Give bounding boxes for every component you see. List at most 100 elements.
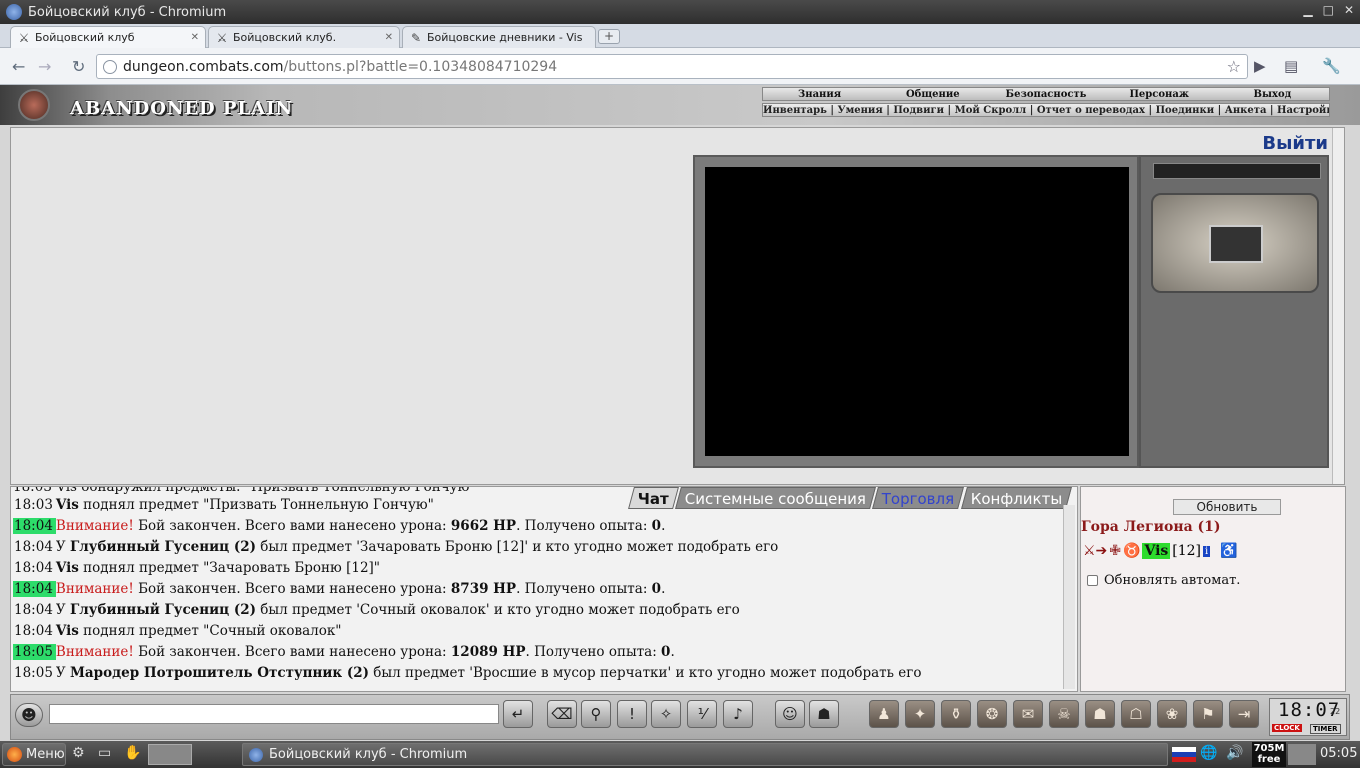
attack-icon[interactable]: ⚔➔	[1083, 543, 1107, 559]
new-tab-button[interactable]: +	[598, 29, 620, 44]
drive-icon[interactable]: ▭	[98, 745, 111, 761]
sound-icon[interactable]: ♪	[723, 700, 753, 728]
refresh-button[interactable]: Обновить	[1173, 499, 1281, 515]
flag-icon[interactable]: ⚑	[1193, 700, 1223, 728]
mask-icon[interactable]: ☗	[1085, 700, 1115, 728]
play-icon[interactable]: ▶	[1254, 57, 1266, 75]
reload-icon[interactable]: ↻	[72, 57, 85, 76]
address-bar[interactable]: dungeon.combats.com/buttons.pl?battle=0.…	[96, 54, 1248, 79]
main-scrollbar[interactable]	[1332, 128, 1344, 484]
menu-communication[interactable]: Общение	[876, 88, 989, 100]
start-menu-button[interactable]: Меню	[2, 743, 66, 766]
smiley-icon[interactable]: ☺	[775, 700, 805, 728]
sub-menu[interactable]: Инвентарь | Умения | Подвиги | Мой Скрол…	[762, 103, 1330, 117]
keyboard-layout-flag-icon[interactable]	[1172, 747, 1196, 762]
skull-icon[interactable]: ☠	[1049, 700, 1079, 728]
chat-line: 18:04 Vis поднял предмет "Сочный оковалок…	[13, 621, 1053, 642]
gold-icon[interactable]: ❂	[977, 700, 1007, 728]
tab-chat[interactable]: Чат	[628, 487, 679, 509]
minimize-icon[interactable]: ▁	[1303, 3, 1312, 17]
chat-damage: 8739 HP	[450, 581, 517, 597]
magic-wand-icon[interactable]: ✦	[905, 700, 935, 728]
tab-close-icon[interactable]: ✕	[191, 32, 199, 43]
chat-time[interactable]: 18:04	[13, 602, 56, 618]
network-globe-icon[interactable]: 🌐	[1200, 745, 1217, 761]
back-icon[interactable]: ←	[12, 57, 25, 76]
chat-time[interactable]: 18:04	[13, 623, 56, 639]
menu-security[interactable]: Безопасность	[989, 88, 1102, 100]
chat-time[interactable]: 18:05	[13, 665, 56, 681]
chat-actor[interactable]: Vis	[56, 497, 79, 513]
forward-icon[interactable]: →	[38, 57, 51, 76]
taskbar-window-button[interactable]: Бойцовский клуб - Chromium	[242, 743, 1168, 766]
menu-exit[interactable]: Выход	[1216, 88, 1329, 100]
exit-door-icon[interactable]: ⇥	[1229, 700, 1259, 728]
scroll-icon[interactable]: ✉	[1013, 700, 1043, 728]
party-icon[interactable]: ❀	[1157, 700, 1187, 728]
player-nick[interactable]: Vis	[1142, 543, 1171, 559]
chat-time[interactable]: 18:04	[13, 539, 56, 555]
chat-scrollbar[interactable]	[1063, 505, 1075, 689]
menu-character[interactable]: Персонаж	[1103, 88, 1216, 100]
add-person-icon[interactable]: ♿	[1220, 543, 1237, 559]
chat-time[interactable]: 18:04	[13, 560, 56, 576]
tray-slot	[1288, 744, 1316, 765]
info-badge-icon[interactable]: i	[1203, 545, 1211, 557]
hood-icon[interactable]: ♟	[869, 700, 899, 728]
translit-icon[interactable]: ⅟	[687, 700, 717, 728]
chat-actor[interactable]: Глубинный Гусениц (2)	[70, 602, 256, 618]
compass-control[interactable]	[1151, 193, 1319, 293]
chat-text: был предмет 'Сочный оковалок' и кто угод…	[260, 602, 740, 618]
workspace-switcher[interactable]	[148, 744, 192, 765]
compass-center[interactable]	[1209, 225, 1263, 263]
chat-actor[interactable]: Глубинный Гусениц (2)	[70, 539, 256, 555]
player-level: [12]	[1172, 543, 1202, 559]
tab-close-icon[interactable]: ✕	[385, 32, 393, 43]
tab-conflicts[interactable]: Конфликты	[960, 487, 1072, 509]
bag-icon[interactable]: ⚱	[941, 700, 971, 728]
network-tool-icon[interactable]: ⚙	[72, 745, 85, 761]
mouse-icon[interactable]: ✋	[124, 745, 141, 761]
chat-mode-icon[interactable]: ☻	[15, 703, 43, 727]
eraser-icon[interactable]: ⌫	[547, 700, 577, 728]
system-clock[interactable]: 05:05	[1320, 746, 1357, 761]
chat-input[interactable]	[49, 704, 499, 724]
maximize-icon[interactable]: □	[1323, 3, 1334, 17]
chat-time[interactable]: 18:04	[13, 518, 56, 534]
chat-actor[interactable]: Vis	[56, 560, 79, 576]
menu-knowledge[interactable]: Знания	[763, 88, 876, 100]
viewer-screen[interactable]	[705, 167, 1129, 456]
tab-system-messages[interactable]: Системные сообщения	[675, 487, 877, 509]
chat-time[interactable]: 18:03	[13, 497, 56, 513]
chat-line: 18:04 Внимание! Бой закончен. Всего вами …	[13, 516, 1053, 537]
send-icon[interactable]: ↵	[503, 700, 533, 728]
game-logo-icon	[18, 89, 50, 121]
tab-trade[interactable]: Торговля	[872, 487, 965, 509]
chat-actor[interactable]: Vis	[56, 623, 79, 639]
pose-icon[interactable]: ✧	[651, 700, 681, 728]
chat-text: был предмет 'Вросшие в мусор перчатки' и…	[373, 665, 922, 681]
exit-link[interactable]: Выйти	[1262, 133, 1328, 154]
timer-label[interactable]: TIMER	[1310, 724, 1341, 734]
chat-time[interactable]: 18:05	[13, 644, 56, 660]
notice-icon[interactable]: !	[617, 700, 647, 728]
auto-refresh-checkbox[interactable]	[1087, 575, 1098, 586]
chat-text: поднял предмет "Зачаровать Броню [12]"	[83, 560, 381, 576]
group-icon[interactable]: ☖	[1121, 700, 1151, 728]
clock-seconds: 22	[1330, 707, 1341, 716]
filter-icon[interactable]: ⚲	[581, 700, 611, 728]
bull-icon[interactable]: ♉	[1123, 543, 1140, 559]
bookmark-star-icon[interactable]: ☆	[1227, 57, 1241, 76]
close-icon[interactable]: ✕	[1344, 3, 1354, 17]
helmet-icon[interactable]: ☗	[809, 700, 839, 728]
wrench-icon[interactable]: 🔧	[1322, 57, 1341, 75]
chat-time[interactable]: 18:04	[13, 581, 56, 597]
chat-actor[interactable]: Мародер Потрошитель Отступник (2)	[70, 665, 369, 681]
tab-combats-1[interactable]: ⚔ Бойцовский клуб ✕	[10, 26, 206, 48]
shield-cross-icon[interactable]: ✙	[1109, 543, 1121, 559]
page-menu-icon[interactable]: ▤	[1284, 57, 1298, 75]
tab-combats-2[interactable]: ⚔ Бойцовский клуб. ✕	[208, 26, 400, 48]
clock-label[interactable]: CLOCK	[1272, 724, 1302, 732]
volume-icon[interactable]: 🔊	[1226, 745, 1243, 761]
tab-diaries[interactable]: ✎ Бойцовские дневники - Vis	[402, 26, 596, 48]
